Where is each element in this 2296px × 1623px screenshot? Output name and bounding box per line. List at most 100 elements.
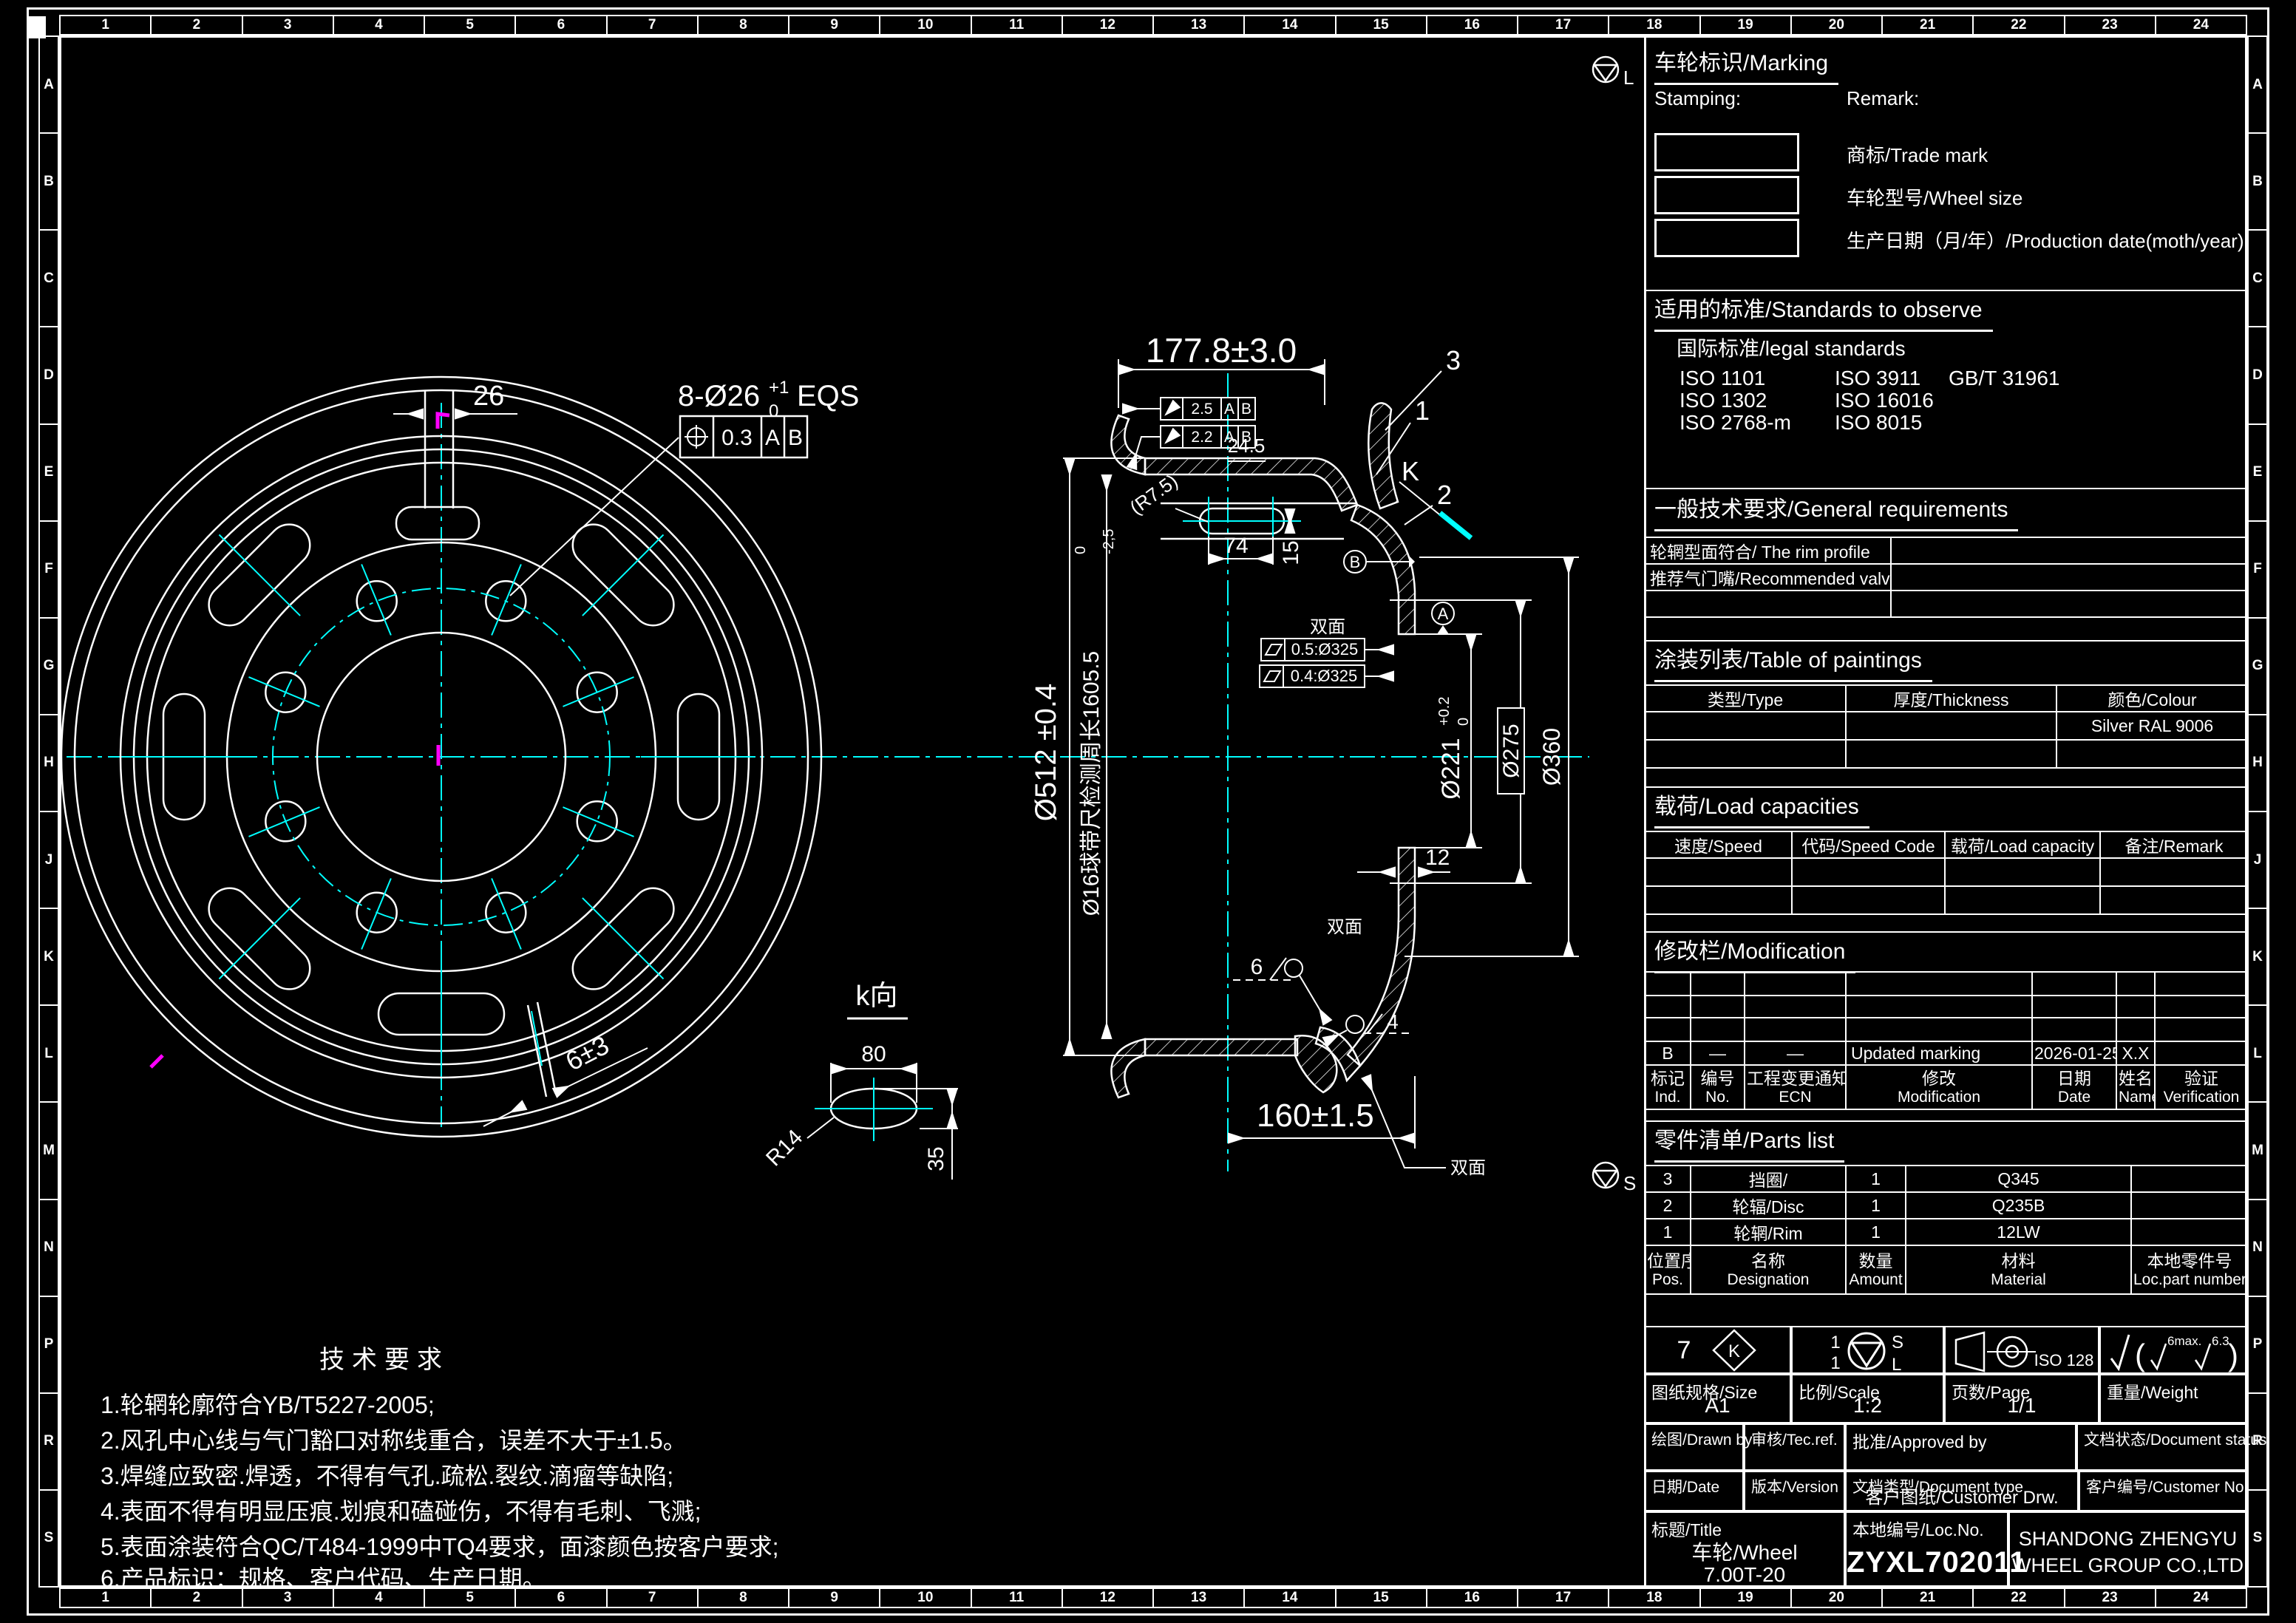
dim-160-label: 160±1.5 [1257,1098,1374,1134]
mod-ecn: — [1744,1041,1847,1066]
svg-text:S: S [1623,1172,1636,1194]
balloon-2: 2 [1437,480,1452,510]
proj-l: L [1892,1355,1901,1372]
pos-tol: 0.3 [721,426,753,450]
part-pos: 3 [1644,1165,1691,1193]
dim-girth-label: Ø16球带尺检测周长1605.5 [1079,651,1104,916]
marking-row-label: 车轮型号/Wheel size [1847,187,2023,209]
company-line-2: WHEEL GROUP CO.,LTD [2011,1554,2244,1576]
dim-360-label: Ø360 [1538,728,1565,786]
tb-tecref-cell: 审核/Tec.ref. [1744,1423,1845,1471]
part-designation: 轮辋/Rim [1690,1218,1847,1246]
loads-header: 备注/Remark [2099,831,2249,859]
standard-item: GB/T 31961 [1949,367,2060,389]
loads-header: 代码/Speed Code [1791,831,1946,859]
flatness-frames: 双面 0.5:Ø325 0.4:Ø325 [1259,617,1394,688]
tb-qty-cell: 7 K [1644,1326,1791,1374]
runout2-value: 2.2 [1191,429,1212,446]
dim-35-label: 35 [924,1146,948,1171]
magenta-marks [149,412,450,1069]
tech-req-item: 5.表面涂装符合QC/T484-1999中TQ4要求，面漆颜色按客户要求; [101,1534,779,1560]
iso-128-label: ISO 128 [2034,1351,2094,1369]
parts-table: 3 挡圈/ 1 Q345 2 轮辐/Disc 1 Q235B 1 轮辋/Rim … [1644,1165,2249,1295]
company-line-1: SHANDONG ZHENGYU [2018,1528,2238,1550]
modification-title: 修改栏/Modification [1654,933,1856,973]
tb-doctype-cell: 文档类型/Document type 客户图纸/Customer Drw. [1845,1471,2079,1511]
dim-width-label: 177.8±3.0 [1146,331,1297,370]
tb-projection-cell: 1 1 S L [1791,1326,1944,1375]
modification-header-row: 标记 Ind. 编号 No. 工程变更通知 ECN 修改 Modification 日期… [1644,1064,2249,1110]
mod-no: — [1690,1041,1745,1066]
section-view: 177.8±3.0 2.5 A B 2.2 A B 24.5 (R7.5) 74… [1030,331,1579,1178]
dim-221-sub: 0 [1456,718,1472,726]
standard-item: ISO 3911 [1835,367,1921,389]
tb-locno-cell: 本地编号/Loc.No. ZYXL702011 [1845,1511,2027,1587]
tb-docstatus-cell: 文档状态/Document status [2076,1423,2266,1471]
general-req-title: 一般技术要求/General requirements [1654,491,2019,531]
general-req-row-label: 轮辋型面符合/ The rim profile [1644,537,1892,565]
dim-221-sup: +0.2 [1436,697,1453,726]
general-req-row-value [1890,563,2249,591]
part-material: Q235B [1905,1191,2132,1219]
dim-275-label: Ø275 [1499,724,1524,778]
marking-row-label: 生产日期（月/年）/Production date(moth/year) [1847,230,2244,252]
modification-entry-row: B — — Updated marking 2026-01-25 X.X [1644,1041,2249,1066]
paren-open: ( [2135,1338,2145,1372]
locno-value: ZYXL702011 [1847,1546,2027,1579]
svg-text:4: 4 [1387,1010,1399,1033]
tb-approved-cell: 批准/Approved by [1845,1423,2076,1471]
tb-drawn-cell: 绘图/Drawn by [1644,1423,1753,1471]
stamping-box [1654,133,1799,171]
remark-label: Remark: [1847,87,1920,109]
part-designation: 挡圈/ [1690,1165,1847,1193]
dim-15-label: 15 [1279,540,1303,565]
svg-text:B: B [1350,553,1361,571]
mod-verification [2154,1041,2249,1066]
paintings-header: 类型/Type [1644,684,1847,712]
date-label: 日期/Date [1651,1479,1720,1496]
tb-qty: 7 [1677,1336,1691,1364]
stamping-label: Stamping: [1654,87,1742,109]
runout-frame-1: 2.5 A B [1122,397,1256,421]
parts-title: 零件清单/Parts list [1654,1122,1845,1163]
part-amount: 1 [1845,1191,1906,1219]
title-value-1: 车轮/Wheel [1691,1541,1798,1564]
mod-ind: B [1644,1041,1691,1066]
runout1-datum-b: B [1241,401,1251,418]
locno-label: 本地编号/Loc.No. [1852,1520,1984,1539]
tb-page-cell: 页数/Page 1/1 [1944,1374,2099,1423]
standard-item: ISO 1302 [1679,389,1767,412]
standards-subtitle: 国际标准/legal standards [1677,337,1906,360]
part-amount: 1 [1845,1218,1906,1246]
rough-value: 6.3 [2212,1334,2229,1348]
tb-title-cell: 标题/Title 车轮/Wheel 7.00T-20 [1644,1511,1845,1587]
balloon-1: 1 [1415,395,1430,426]
standard-item: ISO 1101 [1679,367,1766,389]
pos-datum-a: A [765,426,780,450]
proj-s: S [1892,1333,1903,1352]
paintings-table: 类型/Type 厚度/Thickness 颜色/Colour Silver RAL … [1644,684,2249,769]
title-value-2: 7.00T-20 [1703,1563,1786,1586]
tech-req-item: 6.产品标识：规格、客户代码、生产日期。 [101,1565,546,1592]
stamping-box [1654,176,1799,214]
standards-title: 适用的标准/Standards to observe [1654,291,1993,332]
mod-name: X.X [2116,1041,2156,1066]
tb-size-cell: 图纸规格/Size A1 [1644,1374,1791,1423]
bolt-callout-sup: +1 [769,378,789,398]
marking-row-label: 商标/Trade mark [1847,144,1988,166]
tech-req-title: 技术要求 [319,1346,449,1374]
part-pos: 1 [1644,1218,1691,1246]
dim-r14-label: R14 [761,1125,807,1171]
tb-roughness-cell: ( 6max. 6.3 ) [2099,1326,2247,1374]
svg-text:A: A [1438,605,1449,623]
doctype-value: 客户图纸/Customer Drw. [1865,1488,2059,1508]
tech-req-item: 3.焊缝应致密.焊透，不得有气孔.疏松.裂纹.滴瘤等缺陷; [101,1463,674,1489]
flat2-value: 0.4:Ø325 [1291,667,1358,685]
standard-item: ISO 8015 [1835,411,1923,434]
dim-512-label: Ø512 ±0.4 [1030,684,1062,822]
k-direction-label: K [1402,456,1419,486]
balloon-3: 3 [1446,345,1461,375]
stamping-box [1654,219,1799,257]
tech-req-item: 2.风孔中心线与气门豁口对称线重合，误差不大于±1.5。 [101,1427,687,1454]
svg-text:L: L [1623,67,1634,89]
